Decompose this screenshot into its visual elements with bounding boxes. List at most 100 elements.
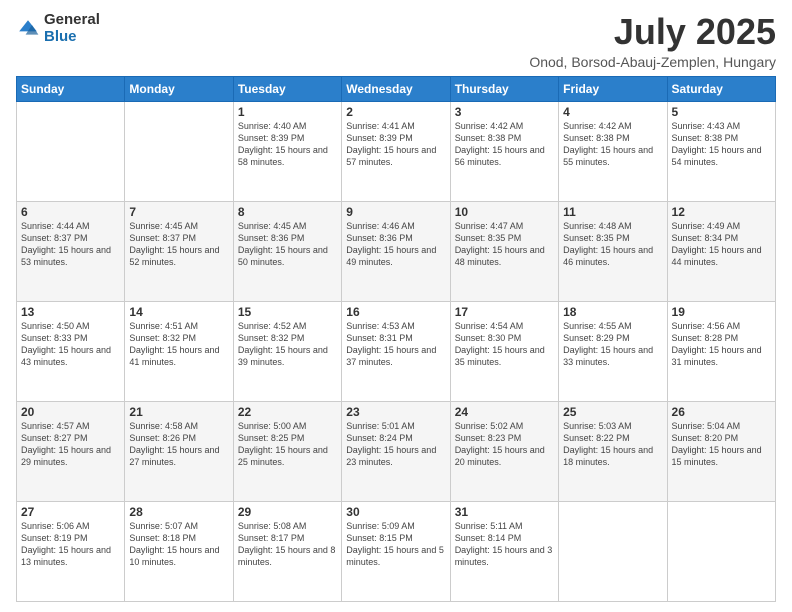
day-info: Sunrise: 4:54 AMSunset: 8:30 PMDaylight:… — [455, 320, 554, 369]
table-row: 10Sunrise: 4:47 AMSunset: 8:35 PMDayligh… — [450, 201, 558, 301]
day-number: 9 — [346, 205, 445, 219]
day-number: 17 — [455, 305, 554, 319]
calendar-table: Sunday Monday Tuesday Wednesday Thursday… — [16, 76, 776, 602]
day-info: Sunrise: 4:46 AMSunset: 8:36 PMDaylight:… — [346, 220, 445, 269]
logo-general-text: General — [44, 12, 100, 29]
logo: General Blue — [16, 12, 100, 45]
table-row: 8Sunrise: 4:45 AMSunset: 8:36 PMDaylight… — [233, 201, 341, 301]
table-row: 7Sunrise: 4:45 AMSunset: 8:37 PMDaylight… — [125, 201, 233, 301]
day-number: 2 — [346, 105, 445, 119]
table-row — [559, 501, 667, 601]
day-info: Sunrise: 5:08 AMSunset: 8:17 PMDaylight:… — [238, 520, 337, 569]
day-number: 7 — [129, 205, 228, 219]
table-row: 20Sunrise: 4:57 AMSunset: 8:27 PMDayligh… — [17, 401, 125, 501]
table-row: 31Sunrise: 5:11 AMSunset: 8:14 PMDayligh… — [450, 501, 558, 601]
table-row: 16Sunrise: 4:53 AMSunset: 8:31 PMDayligh… — [342, 301, 450, 401]
day-number: 12 — [672, 205, 771, 219]
calendar-week-row: 13Sunrise: 4:50 AMSunset: 8:33 PMDayligh… — [17, 301, 776, 401]
day-info: Sunrise: 4:44 AMSunset: 8:37 PMDaylight:… — [21, 220, 120, 269]
day-info: Sunrise: 4:58 AMSunset: 8:26 PMDaylight:… — [129, 420, 228, 469]
page: General Blue July 2025 Onod, Borsod-Abau… — [0, 0, 792, 612]
day-number: 19 — [672, 305, 771, 319]
table-row: 3Sunrise: 4:42 AMSunset: 8:38 PMDaylight… — [450, 101, 558, 201]
table-row: 12Sunrise: 4:49 AMSunset: 8:34 PMDayligh… — [667, 201, 775, 301]
day-info: Sunrise: 5:09 AMSunset: 8:15 PMDaylight:… — [346, 520, 445, 569]
calendar-week-row: 6Sunrise: 4:44 AMSunset: 8:37 PMDaylight… — [17, 201, 776, 301]
day-info: Sunrise: 4:45 AMSunset: 8:37 PMDaylight:… — [129, 220, 228, 269]
table-row: 11Sunrise: 4:48 AMSunset: 8:35 PMDayligh… — [559, 201, 667, 301]
day-number: 8 — [238, 205, 337, 219]
day-number: 3 — [455, 105, 554, 119]
day-number: 4 — [563, 105, 662, 119]
day-info: Sunrise: 5:04 AMSunset: 8:20 PMDaylight:… — [672, 420, 771, 469]
day-info: Sunrise: 4:40 AMSunset: 8:39 PMDaylight:… — [238, 120, 337, 169]
table-row: 1Sunrise: 4:40 AMSunset: 8:39 PMDaylight… — [233, 101, 341, 201]
day-info: Sunrise: 4:43 AMSunset: 8:38 PMDaylight:… — [672, 120, 771, 169]
logo-text: General Blue — [44, 12, 100, 45]
logo-icon — [16, 17, 40, 41]
day-number: 10 — [455, 205, 554, 219]
table-row: 14Sunrise: 4:51 AMSunset: 8:32 PMDayligh… — [125, 301, 233, 401]
calendar-week-row: 27Sunrise: 5:06 AMSunset: 8:19 PMDayligh… — [17, 501, 776, 601]
day-number: 23 — [346, 405, 445, 419]
day-info: Sunrise: 4:51 AMSunset: 8:32 PMDaylight:… — [129, 320, 228, 369]
day-info: Sunrise: 5:02 AMSunset: 8:23 PMDaylight:… — [455, 420, 554, 469]
day-info: Sunrise: 4:41 AMSunset: 8:39 PMDaylight:… — [346, 120, 445, 169]
table-row — [667, 501, 775, 601]
table-row: 24Sunrise: 5:02 AMSunset: 8:23 PMDayligh… — [450, 401, 558, 501]
day-number: 24 — [455, 405, 554, 419]
day-info: Sunrise: 4:42 AMSunset: 8:38 PMDaylight:… — [563, 120, 662, 169]
day-number: 31 — [455, 505, 554, 519]
day-number: 30 — [346, 505, 445, 519]
day-info: Sunrise: 5:03 AMSunset: 8:22 PMDaylight:… — [563, 420, 662, 469]
table-row — [17, 101, 125, 201]
day-info: Sunrise: 4:50 AMSunset: 8:33 PMDaylight:… — [21, 320, 120, 369]
table-row: 17Sunrise: 4:54 AMSunset: 8:30 PMDayligh… — [450, 301, 558, 401]
table-row: 18Sunrise: 4:55 AMSunset: 8:29 PMDayligh… — [559, 301, 667, 401]
col-sunday: Sunday — [17, 76, 125, 101]
location-title: Onod, Borsod-Abauj-Zemplen, Hungary — [529, 54, 776, 70]
col-monday: Monday — [125, 76, 233, 101]
day-info: Sunrise: 4:52 AMSunset: 8:32 PMDaylight:… — [238, 320, 337, 369]
table-row: 9Sunrise: 4:46 AMSunset: 8:36 PMDaylight… — [342, 201, 450, 301]
calendar-week-row: 1Sunrise: 4:40 AMSunset: 8:39 PMDaylight… — [17, 101, 776, 201]
day-info: Sunrise: 5:11 AMSunset: 8:14 PMDaylight:… — [455, 520, 554, 569]
table-row: 6Sunrise: 4:44 AMSunset: 8:37 PMDaylight… — [17, 201, 125, 301]
day-info: Sunrise: 4:42 AMSunset: 8:38 PMDaylight:… — [455, 120, 554, 169]
day-info: Sunrise: 5:07 AMSunset: 8:18 PMDaylight:… — [129, 520, 228, 569]
col-tuesday: Tuesday — [233, 76, 341, 101]
day-number: 1 — [238, 105, 337, 119]
day-number: 28 — [129, 505, 228, 519]
day-number: 13 — [21, 305, 120, 319]
day-info: Sunrise: 4:45 AMSunset: 8:36 PMDaylight:… — [238, 220, 337, 269]
col-saturday: Saturday — [667, 76, 775, 101]
day-info: Sunrise: 5:06 AMSunset: 8:19 PMDaylight:… — [21, 520, 120, 569]
day-info: Sunrise: 4:48 AMSunset: 8:35 PMDaylight:… — [563, 220, 662, 269]
day-info: Sunrise: 4:55 AMSunset: 8:29 PMDaylight:… — [563, 320, 662, 369]
table-row: 22Sunrise: 5:00 AMSunset: 8:25 PMDayligh… — [233, 401, 341, 501]
day-number: 27 — [21, 505, 120, 519]
table-row: 21Sunrise: 4:58 AMSunset: 8:26 PMDayligh… — [125, 401, 233, 501]
top-header: General Blue July 2025 Onod, Borsod-Abau… — [16, 12, 776, 70]
day-number: 15 — [238, 305, 337, 319]
day-number: 18 — [563, 305, 662, 319]
day-number: 11 — [563, 205, 662, 219]
logo-blue-text: Blue — [44, 29, 100, 46]
day-number: 29 — [238, 505, 337, 519]
day-number: 20 — [21, 405, 120, 419]
day-number: 14 — [129, 305, 228, 319]
table-row: 13Sunrise: 4:50 AMSunset: 8:33 PMDayligh… — [17, 301, 125, 401]
table-row: 5Sunrise: 4:43 AMSunset: 8:38 PMDaylight… — [667, 101, 775, 201]
table-row: 26Sunrise: 5:04 AMSunset: 8:20 PMDayligh… — [667, 401, 775, 501]
day-number: 22 — [238, 405, 337, 419]
table-row: 28Sunrise: 5:07 AMSunset: 8:18 PMDayligh… — [125, 501, 233, 601]
table-row: 29Sunrise: 5:08 AMSunset: 8:17 PMDayligh… — [233, 501, 341, 601]
day-number: 6 — [21, 205, 120, 219]
table-row: 25Sunrise: 5:03 AMSunset: 8:22 PMDayligh… — [559, 401, 667, 501]
day-number: 16 — [346, 305, 445, 319]
table-row: 2Sunrise: 4:41 AMSunset: 8:39 PMDaylight… — [342, 101, 450, 201]
table-row: 27Sunrise: 5:06 AMSunset: 8:19 PMDayligh… — [17, 501, 125, 601]
day-info: Sunrise: 4:47 AMSunset: 8:35 PMDaylight:… — [455, 220, 554, 269]
table-row: 23Sunrise: 5:01 AMSunset: 8:24 PMDayligh… — [342, 401, 450, 501]
day-info: Sunrise: 4:57 AMSunset: 8:27 PMDaylight:… — [21, 420, 120, 469]
